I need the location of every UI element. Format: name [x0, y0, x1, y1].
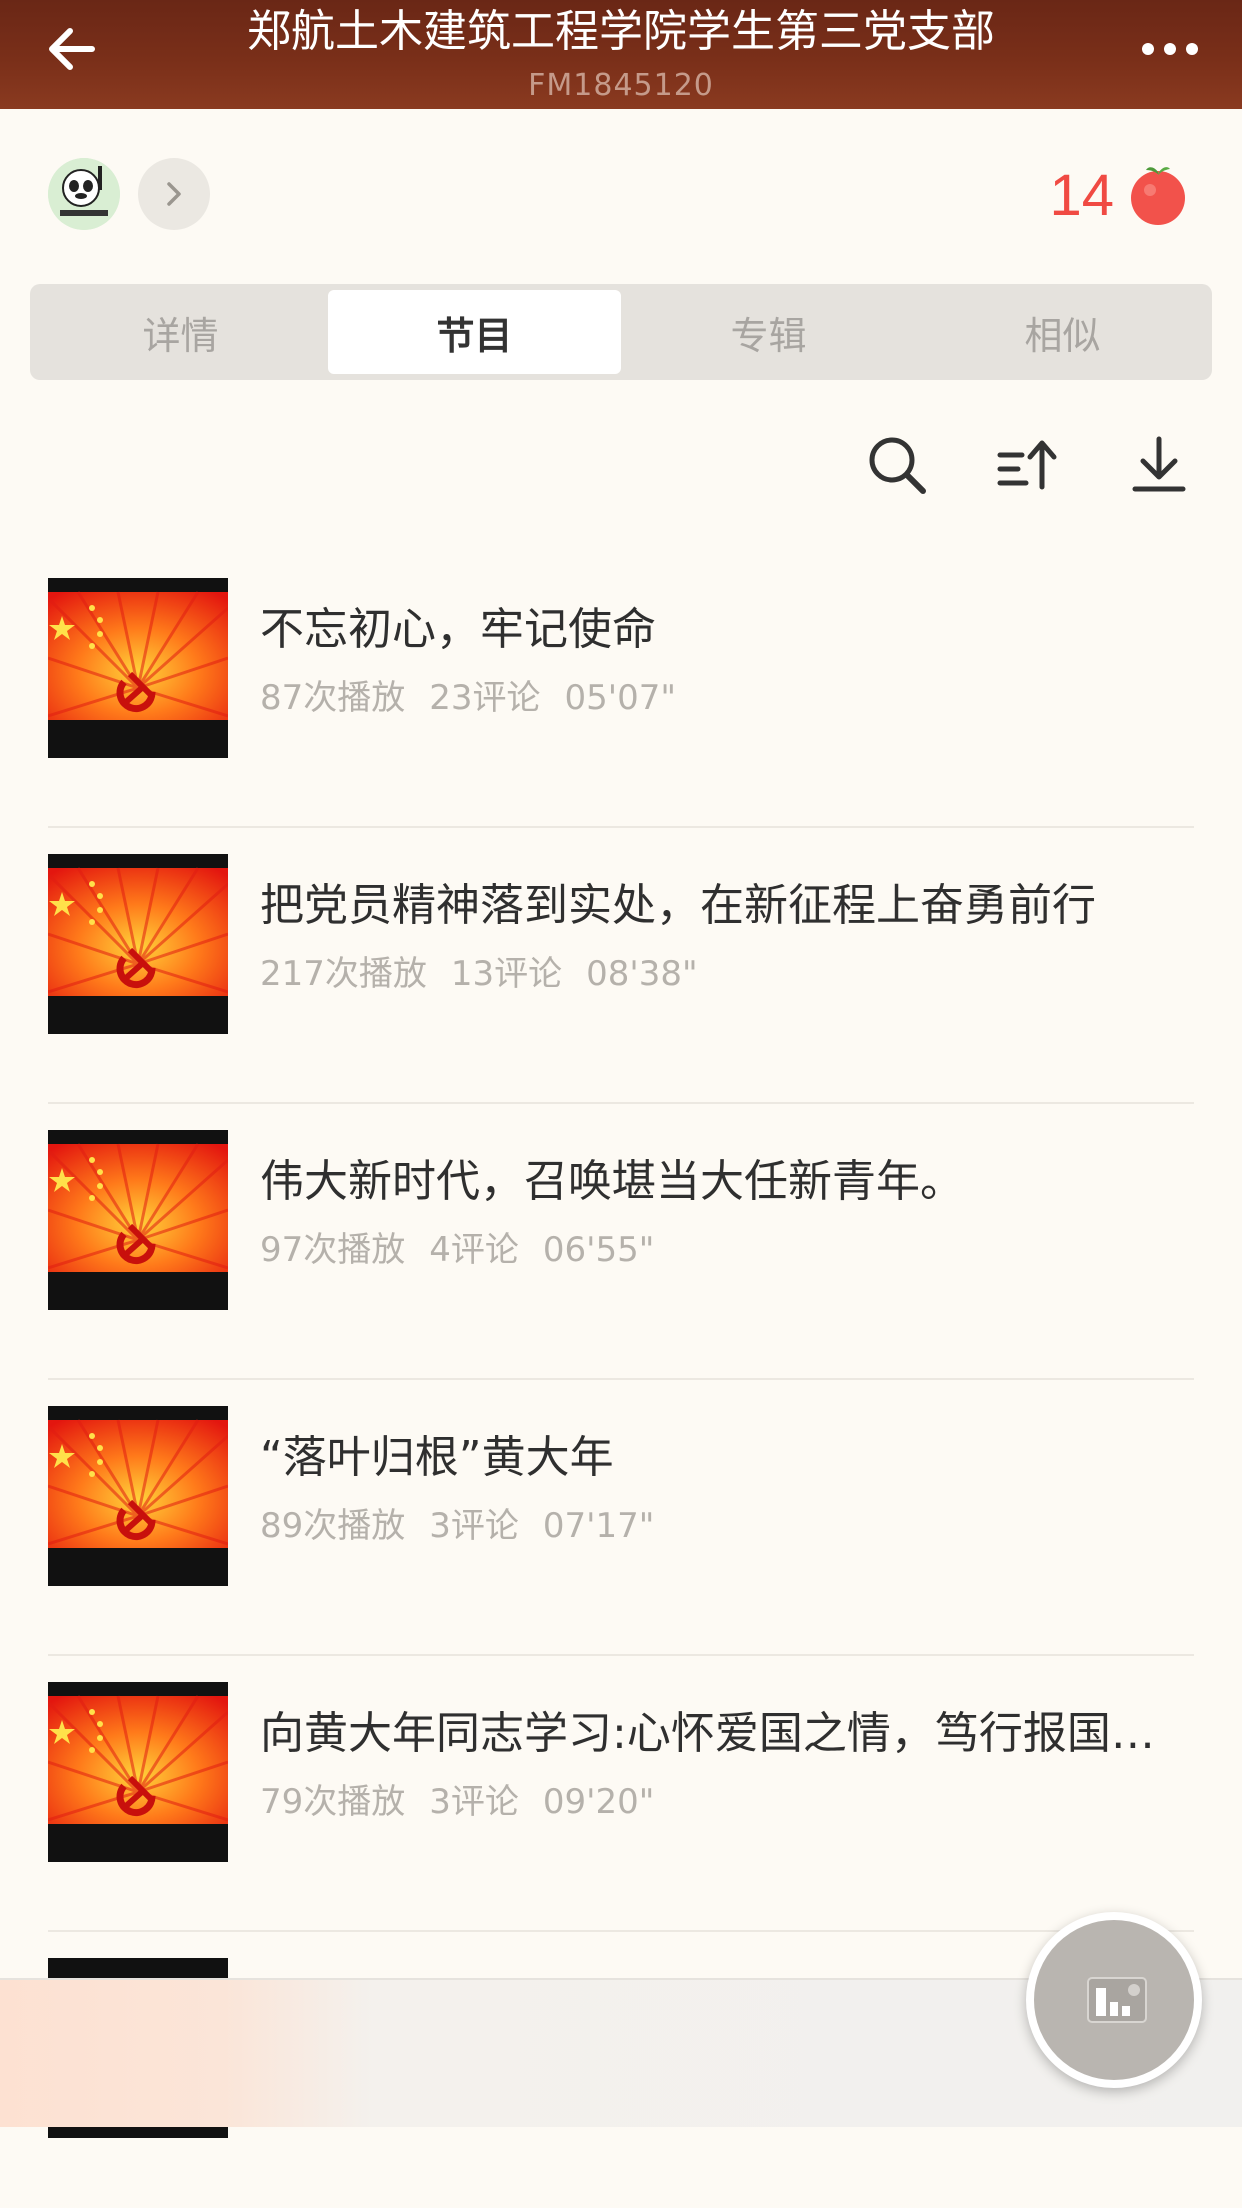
tab-programs[interactable]: 节目 [328, 290, 621, 374]
more-dots-icon [1142, 43, 1198, 55]
play-count: 87次播放 [260, 678, 406, 718]
episode-meta: 89次播放 3评论 07'17" [260, 1504, 678, 1548]
episode-meta: 79次播放 3评论 09'20" [260, 1780, 678, 1824]
episode-title: 伟大新时代，召唤堪当大任新青年。 [260, 1156, 964, 1207]
play-count: 217次播放 [260, 954, 427, 994]
episode-meta: 97次播放 4评论 06'55" [260, 1228, 678, 1272]
episode-duration: 05'07" [564, 678, 677, 718]
episode-thumbnail [48, 1682, 228, 1862]
episode-thumbnail [48, 1406, 228, 1586]
fruit-count: 14 [1049, 162, 1114, 228]
comment-count: 4评论 [429, 1230, 519, 1270]
tab-bar: 详情 节目 专辑 相似 [30, 284, 1212, 380]
comment-count: 3评论 [429, 1782, 519, 1822]
episode-row[interactable]: 向黄大年同志学习:心怀爱国之情，笃行报国之志 79次播放 3评论 09'20" [0, 1656, 1242, 1932]
top-nav-bar: 郑航土木建筑工程学院学生第三党支部 FM1845120 [0, 0, 1242, 109]
play-count: 79次播放 [260, 1782, 406, 1822]
tab-albums[interactable]: 专辑 [622, 290, 915, 374]
profile-expand-button[interactable] [138, 158, 210, 230]
comment-count: 3评论 [429, 1506, 519, 1546]
sort-button[interactable] [993, 430, 1063, 500]
episode-thumbnail [48, 854, 228, 1034]
back-button[interactable] [36, 14, 106, 84]
episode-duration: 07'17" [542, 1506, 655, 1546]
episode-row[interactable]: 把党员精神落到实处，在新征程上奋勇前行 217次播放 13评论 08'38" [0, 828, 1242, 1104]
episode-title: 把党员精神落到实处，在新征程上奋勇前行 [260, 880, 1096, 931]
episode-title: 不忘初心，牢记使命 [260, 604, 656, 655]
episode-title: “落叶归根”黄大年 [260, 1432, 614, 1483]
episode-thumbnail [48, 1130, 228, 1310]
episode-thumbnail [48, 578, 228, 758]
download-button[interactable] [1124, 430, 1194, 500]
episode-duration: 06'55" [542, 1230, 655, 1270]
episode-meta: 87次播放 23评论 05'07" [260, 676, 700, 720]
arrow-left-icon [49, 28, 95, 70]
audio-bars-icon [1087, 1977, 1147, 2023]
search-button[interactable] [862, 430, 932, 500]
play-count: 89次播放 [260, 1506, 406, 1546]
play-count: 97次播放 [260, 1230, 406, 1270]
episode-duration: 09'20" [542, 1782, 655, 1822]
fruit-counter[interactable]: 14 [1049, 160, 1188, 230]
episode-row[interactable]: 不忘初心，牢记使命 87次播放 23评论 05'07" [0, 552, 1242, 828]
fm-number: FM1845120 [528, 68, 714, 103]
avatar[interactable] [48, 158, 120, 230]
red-fruit-icon [1131, 167, 1185, 225]
comment-count: 13评论 [450, 954, 563, 994]
episode-row[interactable]: “落叶归根”黄大年 89次播放 3评论 07'17" [0, 1380, 1242, 1656]
episode-row[interactable]: 伟大新时代，召唤堪当大任新青年。 97次播放 4评论 06'55" [0, 1104, 1242, 1380]
tab-similar[interactable]: 相似 [916, 290, 1209, 374]
episode-duration: 08'38" [586, 954, 698, 994]
more-button[interactable] [1130, 14, 1210, 84]
download-icon [1132, 436, 1186, 492]
sort-icon [997, 440, 1057, 490]
tab-details[interactable]: 详情 [34, 290, 327, 374]
chevron-right-icon [167, 182, 181, 206]
episode-title: 向黄大年同志学习:心怀爱国之情，笃行报国之志 [260, 1708, 1194, 1759]
mini-player-button[interactable] [1026, 1912, 1202, 2088]
episode-meta: 217次播放 13评论 08'38" [260, 952, 722, 996]
search-icon [869, 437, 926, 494]
comment-count: 23评论 [429, 678, 541, 718]
page-title: 郑航土木建筑工程学院学生第三党支部 [247, 6, 995, 57]
